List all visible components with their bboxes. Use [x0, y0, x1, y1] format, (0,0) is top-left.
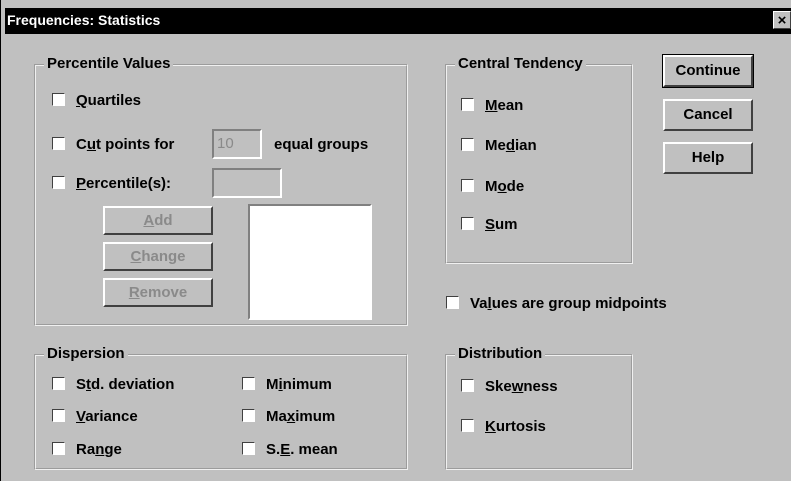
percentiles-checkbox-box[interactable]	[52, 176, 65, 189]
kurtosis-label: Kurtosis	[485, 418, 546, 435]
quartiles-checkbox[interactable]: Quartiles	[52, 90, 141, 112]
variance-checkbox-box[interactable]	[52, 409, 65, 422]
title-bar[interactable]: Frequencies: Statistics ×	[5, 8, 791, 34]
quartiles-checkbox-box[interactable]	[52, 93, 65, 106]
percentiles-checkbox[interactable]: Percentile(s):	[52, 173, 171, 195]
equal-groups-label: equal groups	[274, 136, 369, 153]
range-label: Range	[76, 441, 122, 458]
percentile-values-group: Percentile Values Quartiles Cut points f…	[34, 55, 408, 326]
close-button[interactable]: ×	[773, 11, 791, 29]
mode-label: Mode	[485, 178, 525, 195]
cancel-button[interactable]: Cancel	[663, 99, 753, 131]
central-tendency-legend: Central Tendency	[455, 55, 586, 72]
cut-points-label: Cut points for	[76, 136, 175, 153]
change-button[interactable]: Change	[103, 242, 213, 271]
cut-points-checkbox[interactable]: Cut points for	[52, 134, 174, 156]
se-mean-checkbox-box[interactable]	[242, 442, 255, 455]
maximum-checkbox-box[interactable]	[242, 409, 255, 422]
std-deviation-checkbox[interactable]: Std. deviation	[52, 374, 174, 396]
percentile-input[interactable]	[212, 168, 282, 198]
mode-checkbox[interactable]: Mode	[461, 176, 524, 198]
dialog-title: Frequencies: Statistics	[7, 12, 161, 28]
percentile-values-legend: Percentile Values	[44, 55, 174, 72]
mean-checkbox-box[interactable]	[461, 98, 474, 111]
skewness-checkbox[interactable]: Skewness	[461, 376, 558, 398]
add-button[interactable]: Add	[103, 206, 213, 235]
dispersion-legend: Dispersion	[44, 345, 128, 362]
kurtosis-checkbox-box[interactable]	[461, 419, 474, 432]
skewness-checkbox-box[interactable]	[461, 379, 474, 392]
std-deviation-checkbox-box[interactable]	[52, 377, 65, 390]
minimum-checkbox[interactable]: Minimum	[242, 374, 332, 396]
range-checkbox[interactable]: Range	[52, 439, 122, 461]
continue-button[interactable]: Continue	[662, 54, 754, 88]
minimum-checkbox-box[interactable]	[242, 377, 255, 390]
sum-checkbox-box[interactable]	[461, 217, 474, 230]
se-mean-checkbox[interactable]: S.E. mean	[242, 439, 338, 461]
se-mean-label: S.E. mean	[266, 441, 338, 458]
cut-points-groups-input[interactable]: 10	[212, 129, 262, 159]
percentiles-label: Percentile(s):	[76, 175, 172, 192]
sum-checkbox[interactable]: Sum	[461, 214, 518, 236]
maximum-checkbox[interactable]: Maximum	[242, 406, 335, 428]
median-checkbox-box[interactable]	[461, 138, 474, 151]
cut-points-checkbox-box[interactable]	[52, 137, 65, 150]
mean-checkbox[interactable]: Mean	[461, 95, 523, 117]
distribution-group: Distribution Skewness Kurtosis	[445, 345, 633, 470]
mode-checkbox-box[interactable]	[461, 179, 474, 192]
std-deviation-label: Std. deviation	[76, 376, 175, 393]
percentile-listbox[interactable]	[248, 204, 372, 320]
sum-label: Sum	[485, 216, 518, 233]
minimum-label: Minimum	[266, 376, 332, 393]
skewness-label: Skewness	[485, 378, 558, 395]
group-midpoints-checkbox-box[interactable]	[446, 296, 459, 309]
median-checkbox[interactable]: Median	[461, 135, 537, 157]
central-tendency-group: Central Tendency Mean Median Mode Sum	[445, 55, 633, 264]
distribution-legend: Distribution	[455, 345, 546, 362]
frequencies-statistics-dialog: Frequencies: Statistics × Percentile Val…	[0, 0, 791, 481]
group-midpoints-checkbox[interactable]: Values are group midpoints	[446, 293, 667, 315]
range-checkbox-box[interactable]	[52, 442, 65, 455]
quartiles-label: Quartiles	[76, 92, 142, 109]
remove-button[interactable]: Remove	[103, 278, 213, 307]
variance-checkbox[interactable]: Variance	[52, 406, 138, 428]
median-label: Median	[485, 137, 537, 154]
dispersion-group: Dispersion Std. deviation Variance Range…	[34, 345, 408, 470]
group-midpoints-label: Values are group midpoints	[470, 295, 667, 312]
variance-label: Variance	[76, 408, 138, 425]
maximum-label: Maximum	[266, 408, 336, 425]
help-button[interactable]: Help	[663, 142, 753, 174]
mean-label: Mean	[485, 97, 524, 114]
kurtosis-checkbox[interactable]: Kurtosis	[461, 416, 546, 438]
